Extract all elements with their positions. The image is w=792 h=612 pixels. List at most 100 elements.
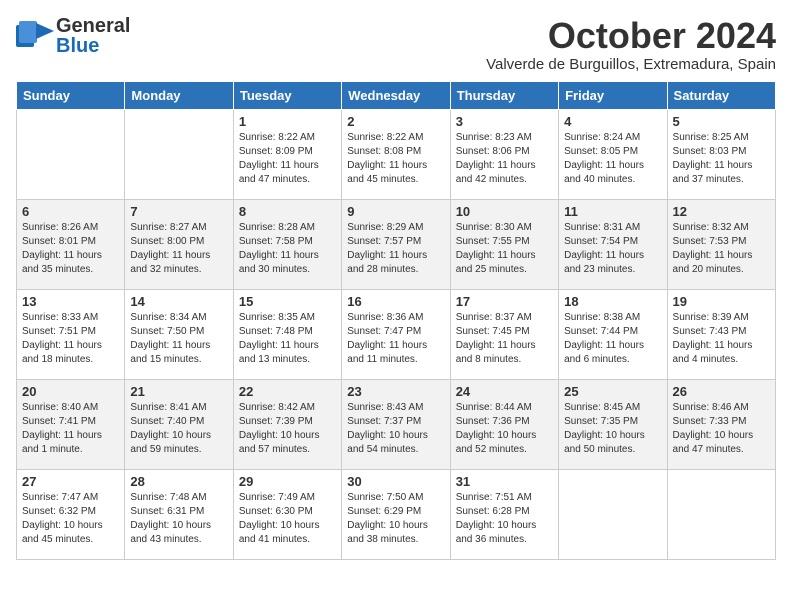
calendar-cell: 11 Sunrise: 8:31 AMSunset: 7:54 PMDaylig… xyxy=(559,199,667,289)
calendar-cell: 7 Sunrise: 8:27 AMSunset: 8:00 PMDayligh… xyxy=(125,199,233,289)
calendar-cell: 28 Sunrise: 7:48 AMSunset: 6:31 PMDaylig… xyxy=(125,469,233,559)
calendar-cell: 14 Sunrise: 8:34 AMSunset: 7:50 PMDaylig… xyxy=(125,289,233,379)
calendar-cell: 18 Sunrise: 8:38 AMSunset: 7:44 PMDaylig… xyxy=(559,289,667,379)
day-number: 5 xyxy=(673,114,770,129)
logo-general: General xyxy=(56,16,130,36)
calendar-cell: 1 Sunrise: 8:22 AMSunset: 8:09 PMDayligh… xyxy=(233,109,341,199)
day-number: 6 xyxy=(22,204,119,219)
day-number: 31 xyxy=(456,474,553,489)
calendar-cell: 20 Sunrise: 8:40 AMSunset: 7:41 PMDaylig… xyxy=(17,379,125,469)
day-number: 30 xyxy=(347,474,444,489)
day-number: 1 xyxy=(239,114,336,129)
calendar-cell: 16 Sunrise: 8:36 AMSunset: 7:47 PMDaylig… xyxy=(342,289,450,379)
day-info: Sunrise: 7:51 AMSunset: 6:28 PMDaylight:… xyxy=(456,492,537,545)
day-number: 16 xyxy=(347,294,444,309)
day-number: 24 xyxy=(456,384,553,399)
header: General Blue October 2024 Valverde de Bu… xyxy=(16,16,776,73)
calendar-cell: 22 Sunrise: 8:42 AMSunset: 7:39 PMDaylig… xyxy=(233,379,341,469)
day-number: 23 xyxy=(347,384,444,399)
day-info: Sunrise: 7:49 AMSunset: 6:30 PMDaylight:… xyxy=(239,492,320,545)
calendar-cell xyxy=(17,109,125,199)
calendar-title: October 2024 xyxy=(486,16,776,56)
day-number: 8 xyxy=(239,204,336,219)
day-number: 25 xyxy=(564,384,661,399)
day-number: 29 xyxy=(239,474,336,489)
day-number: 17 xyxy=(456,294,553,309)
day-number: 7 xyxy=(130,204,227,219)
calendar-week-row: 13 Sunrise: 8:33 AMSunset: 7:51 PMDaylig… xyxy=(17,289,776,379)
calendar-table: SundayMondayTuesdayWednesdayThursdayFrid… xyxy=(16,81,776,560)
calendar-cell: 15 Sunrise: 8:35 AMSunset: 7:48 PMDaylig… xyxy=(233,289,341,379)
calendar-cell: 27 Sunrise: 7:47 AMSunset: 6:32 PMDaylig… xyxy=(17,469,125,559)
day-info: Sunrise: 8:22 AMSunset: 8:08 PMDaylight:… xyxy=(347,132,427,185)
day-number: 12 xyxy=(673,204,770,219)
calendar-cell: 3 Sunrise: 8:23 AMSunset: 8:06 PMDayligh… xyxy=(450,109,558,199)
day-info: Sunrise: 8:34 AMSunset: 7:50 PMDaylight:… xyxy=(130,312,210,365)
day-number: 10 xyxy=(456,204,553,219)
day-number: 22 xyxy=(239,384,336,399)
day-number: 21 xyxy=(130,384,227,399)
calendar-cell: 2 Sunrise: 8:22 AMSunset: 8:08 PMDayligh… xyxy=(342,109,450,199)
day-info: Sunrise: 8:30 AMSunset: 7:55 PMDaylight:… xyxy=(456,222,536,275)
day-info: Sunrise: 8:44 AMSunset: 7:36 PMDaylight:… xyxy=(456,402,537,455)
day-info: Sunrise: 8:38 AMSunset: 7:44 PMDaylight:… xyxy=(564,312,644,365)
calendar-week-row: 20 Sunrise: 8:40 AMSunset: 7:41 PMDaylig… xyxy=(17,379,776,469)
calendar-cell xyxy=(125,109,233,199)
calendar-cell: 24 Sunrise: 8:44 AMSunset: 7:36 PMDaylig… xyxy=(450,379,558,469)
day-info: Sunrise: 8:29 AMSunset: 7:57 PMDaylight:… xyxy=(347,222,427,275)
logo: General Blue xyxy=(16,16,130,56)
day-number: 27 xyxy=(22,474,119,489)
day-info: Sunrise: 8:43 AMSunset: 7:37 PMDaylight:… xyxy=(347,402,428,455)
day-info: Sunrise: 8:28 AMSunset: 7:58 PMDaylight:… xyxy=(239,222,319,275)
day-number: 14 xyxy=(130,294,227,309)
day-number: 20 xyxy=(22,384,119,399)
day-info: Sunrise: 8:42 AMSunset: 7:39 PMDaylight:… xyxy=(239,402,320,455)
calendar-cell: 30 Sunrise: 7:50 AMSunset: 6:29 PMDaylig… xyxy=(342,469,450,559)
header-day-tuesday: Tuesday xyxy=(233,81,341,109)
logo-blue: Blue xyxy=(56,36,130,56)
calendar-cell: 23 Sunrise: 8:43 AMSunset: 7:37 PMDaylig… xyxy=(342,379,450,469)
calendar-cell: 9 Sunrise: 8:29 AMSunset: 7:57 PMDayligh… xyxy=(342,199,450,289)
calendar-cell: 4 Sunrise: 8:24 AMSunset: 8:05 PMDayligh… xyxy=(559,109,667,199)
day-number: 9 xyxy=(347,204,444,219)
calendar-cell: 29 Sunrise: 7:49 AMSunset: 6:30 PMDaylig… xyxy=(233,469,341,559)
day-number: 3 xyxy=(456,114,553,129)
day-info: Sunrise: 8:23 AMSunset: 8:06 PMDaylight:… xyxy=(456,132,536,185)
calendar-cell: 10 Sunrise: 8:30 AMSunset: 7:55 PMDaylig… xyxy=(450,199,558,289)
calendar-cell xyxy=(667,469,775,559)
calendar-cell: 13 Sunrise: 8:33 AMSunset: 7:51 PMDaylig… xyxy=(17,289,125,379)
day-number: 13 xyxy=(22,294,119,309)
day-info: Sunrise: 8:46 AMSunset: 7:33 PMDaylight:… xyxy=(673,402,754,455)
calendar-cell: 26 Sunrise: 8:46 AMSunset: 7:33 PMDaylig… xyxy=(667,379,775,469)
title-area: October 2024 Valverde de Burguillos, Ext… xyxy=(486,16,776,73)
day-info: Sunrise: 8:22 AMSunset: 8:09 PMDaylight:… xyxy=(239,132,319,185)
day-info: Sunrise: 8:31 AMSunset: 7:54 PMDaylight:… xyxy=(564,222,644,275)
calendar-header-row: SundayMondayTuesdayWednesdayThursdayFrid… xyxy=(17,81,776,109)
day-info: Sunrise: 8:26 AMSunset: 8:01 PMDaylight:… xyxy=(22,222,102,275)
day-info: Sunrise: 8:32 AMSunset: 7:53 PMDaylight:… xyxy=(673,222,753,275)
day-number: 19 xyxy=(673,294,770,309)
day-info: Sunrise: 8:27 AMSunset: 8:00 PMDaylight:… xyxy=(130,222,210,275)
header-day-wednesday: Wednesday xyxy=(342,81,450,109)
calendar-cell xyxy=(559,469,667,559)
day-info: Sunrise: 8:37 AMSunset: 7:45 PMDaylight:… xyxy=(456,312,536,365)
calendar-week-row: 27 Sunrise: 7:47 AMSunset: 6:32 PMDaylig… xyxy=(17,469,776,559)
header-day-thursday: Thursday xyxy=(450,81,558,109)
calendar-cell: 8 Sunrise: 8:28 AMSunset: 7:58 PMDayligh… xyxy=(233,199,341,289)
day-info: Sunrise: 8:45 AMSunset: 7:35 PMDaylight:… xyxy=(564,402,645,455)
day-info: Sunrise: 8:35 AMSunset: 7:48 PMDaylight:… xyxy=(239,312,319,365)
day-info: Sunrise: 8:25 AMSunset: 8:03 PMDaylight:… xyxy=(673,132,753,185)
calendar-week-row: 6 Sunrise: 8:26 AMSunset: 8:01 PMDayligh… xyxy=(17,199,776,289)
header-day-saturday: Saturday xyxy=(667,81,775,109)
day-info: Sunrise: 8:24 AMSunset: 8:05 PMDaylight:… xyxy=(564,132,644,185)
calendar-cell: 31 Sunrise: 7:51 AMSunset: 6:28 PMDaylig… xyxy=(450,469,558,559)
calendar-cell: 17 Sunrise: 8:37 AMSunset: 7:45 PMDaylig… xyxy=(450,289,558,379)
header-day-sunday: Sunday xyxy=(17,81,125,109)
day-info: Sunrise: 8:33 AMSunset: 7:51 PMDaylight:… xyxy=(22,312,102,365)
day-number: 26 xyxy=(673,384,770,399)
day-number: 2 xyxy=(347,114,444,129)
logo-icon xyxy=(16,21,54,51)
day-info: Sunrise: 8:40 AMSunset: 7:41 PMDaylight:… xyxy=(22,402,102,455)
day-info: Sunrise: 7:50 AMSunset: 6:29 PMDaylight:… xyxy=(347,492,428,545)
day-info: Sunrise: 7:48 AMSunset: 6:31 PMDaylight:… xyxy=(130,492,211,545)
